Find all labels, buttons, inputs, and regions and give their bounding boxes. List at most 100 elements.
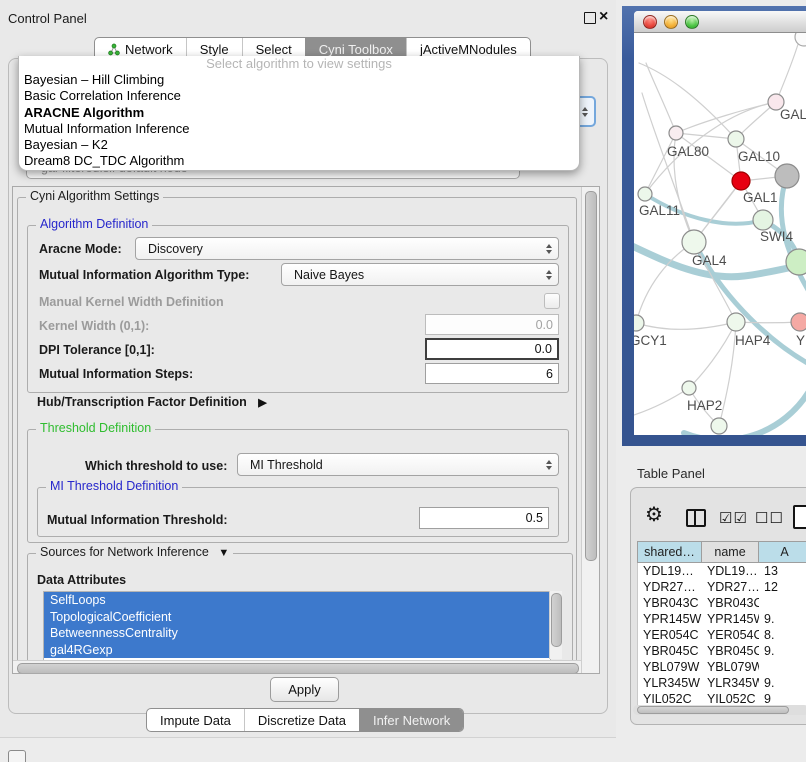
- settings-horizontal-scrollbar[interactable]: [13, 660, 581, 674]
- dpi-tolerance-field[interactable]: 0.0: [425, 338, 559, 360]
- bottom-tab-infer-network[interactable]: Infer Network: [359, 709, 463, 731]
- network-node[interactable]: [711, 418, 727, 434]
- table-horizontal-scrollbar[interactable]: [633, 705, 806, 715]
- table-cell: YDR27…: [702, 580, 759, 594]
- data-attribute-item[interactable]: BetweennessCentrality: [44, 625, 550, 642]
- table-cell: YER054C: [702, 628, 759, 642]
- mi-threshold-field[interactable]: 0.5: [419, 507, 549, 529]
- data-attribute-item[interactable]: gal4RGexp: [44, 642, 550, 659]
- manual-kernel-checkbox[interactable]: [544, 293, 560, 309]
- data-attributes-list[interactable]: SelfLoopsTopologicalCoefficientBetweenne…: [43, 591, 551, 661]
- algorithm-definition-legend: Algorithm Definition: [36, 217, 152, 231]
- network-node-gcy1[interactable]: [634, 315, 644, 331]
- table-cell: YBR045C: [702, 644, 759, 658]
- table-cell: 9: [759, 692, 806, 706]
- node-label: GAL1: [743, 190, 778, 205]
- table-row[interactable]: YER054CYER054C8.: [638, 627, 806, 643]
- apply-button[interactable]: Apply: [270, 677, 339, 702]
- attributes-scrollbar[interactable]: [549, 591, 562, 659]
- which-threshold-combo[interactable]: MI Threshold: [237, 453, 559, 476]
- settings-horizontal-scrollbar-thumb[interactable]: [17, 663, 579, 674]
- node-table: shared…nameA YDL19…YDL19…13YDR27…YDR27…1…: [637, 541, 806, 707]
- minimize-traffic-light-icon[interactable]: [664, 15, 678, 29]
- network-window-titlebar[interactable]: [634, 11, 806, 33]
- attributes-scrollbar-thumb[interactable]: [551, 593, 562, 647]
- algorithm-dropdown-items: Bayesian – Hill ClimbingBasic Correlatio…: [19, 72, 579, 170]
- collapsed-panel-icon[interactable]: [8, 750, 26, 762]
- mi-steps-field[interactable]: 6: [425, 363, 559, 384]
- network-node-gal1[interactable]: [732, 172, 750, 190]
- table-row[interactable]: YBR043CYBR043C: [638, 595, 806, 611]
- close-icon[interactable]: ×: [599, 8, 608, 26]
- float-window-icon[interactable]: [584, 12, 596, 24]
- table-cell: YLR345W: [638, 676, 702, 690]
- table-header-2[interactable]: name: [702, 542, 759, 562]
- close-traffic-light-icon[interactable]: [643, 15, 657, 29]
- bottom-tabbar: Impute DataDiscretize DataInfer Network: [146, 708, 464, 732]
- settings-vertical-scrollbar-thumb[interactable]: [585, 191, 597, 561]
- aracne-mode-combo[interactable]: Discovery: [135, 237, 559, 260]
- mi-type-combo[interactable]: Naive Bayes: [281, 263, 559, 286]
- algorithm-option[interactable]: Bayesian – K2: [19, 137, 579, 153]
- node-label: HAP4: [735, 333, 771, 348]
- data-attribute-item[interactable]: TopologicalCoefficient: [44, 609, 550, 626]
- algorithm-option[interactable]: ARACNE Algorithm: [19, 105, 579, 121]
- network-node[interactable]: [775, 164, 799, 188]
- algorithm-option[interactable]: Bayesian – Hill Climbing: [19, 72, 579, 88]
- deselect-all-columns-icon[interactable]: ☐☐: [755, 509, 784, 527]
- node-label: Y: [796, 333, 805, 348]
- combo-up-arrow-icon: [582, 107, 588, 111]
- table-header-3[interactable]: A: [759, 542, 806, 562]
- algorithm-option[interactable]: Dream8 DC_TDC Algorithm: [19, 153, 579, 169]
- network-node-hap4[interactable]: [727, 313, 745, 331]
- table-row[interactable]: YPR145WYPR145W9.: [638, 611, 806, 627]
- gear-icon[interactable]: ⚙: [645, 505, 663, 525]
- aracne-mode-label: Aracne Mode:: [39, 242, 122, 256]
- manual-kernel-label: Manual Kernel Width Definition: [39, 295, 224, 309]
- table-row[interactable]: YDR27…YDR27…12: [638, 579, 806, 595]
- node-label: HAP2: [687, 398, 722, 413]
- hub-definition-label: Hub/Transcription Factor Definition: [37, 395, 247, 409]
- zoom-traffic-light-icon[interactable]: [685, 15, 699, 29]
- network-node-y[interactable]: [791, 313, 806, 331]
- control-panel-title: Control Panel: [8, 11, 87, 26]
- table-cell: 9.: [759, 676, 806, 690]
- bottom-tab-impute-data[interactable]: Impute Data: [147, 709, 244, 731]
- network-edge: [736, 322, 800, 323]
- new-column-icon[interactable]: [793, 505, 806, 529]
- network-node[interactable]: [795, 33, 806, 46]
- collapse-down-icon[interactable]: ▼: [218, 547, 229, 559]
- node-label: SWI4: [760, 229, 793, 244]
- table-horizontal-scrollbar-thumb[interactable]: [637, 706, 789, 714]
- algorithm-option[interactable]: Mutual Information Inference: [19, 121, 579, 137]
- table-panel-title: Table Panel: [637, 466, 705, 481]
- algorithm-option[interactable]: Basic Correlation Inference: [19, 88, 579, 104]
- expand-right-icon[interactable]: ▶: [258, 397, 266, 409]
- split-columns-icon[interactable]: [686, 509, 706, 527]
- sources-legend[interactable]: Sources for Network Inference ▼: [36, 545, 233, 559]
- mi-threshold-label: Mutual Information Threshold:: [47, 513, 228, 527]
- which-threshold-value: MI Threshold: [238, 458, 540, 472]
- data-attribute-item[interactable]: SelfLoops: [44, 592, 550, 609]
- table-row[interactable]: YLR345WYLR345W9.: [638, 675, 806, 691]
- network-node-gal10[interactable]: [728, 131, 744, 147]
- select-all-columns-icon[interactable]: ☑☑: [719, 509, 748, 527]
- table-row[interactable]: YBL079WYBL079W: [638, 659, 806, 675]
- hub-definition-toggle[interactable]: Hub/Transcription Factor Definition ▶: [37, 395, 267, 409]
- table-header-1[interactable]: shared…: [638, 542, 702, 562]
- table-row[interactable]: YDL19…YDL19…13: [638, 563, 806, 579]
- network-edge: [645, 102, 776, 194]
- table-row[interactable]: YBR045CYBR045C9.: [638, 643, 806, 659]
- mi-type-value: Naive Bayes: [282, 268, 540, 282]
- bottom-tab-discretize-data[interactable]: Discretize Data: [244, 709, 359, 731]
- network-node-gal80[interactable]: [669, 126, 683, 140]
- settings-vertical-scrollbar[interactable]: [581, 187, 599, 673]
- table-cell: 8.: [759, 628, 806, 642]
- network-node-hap2[interactable]: [682, 381, 696, 395]
- kernel-width-field[interactable]: 0.0: [425, 314, 559, 335]
- network-node-swi4[interactable]: [753, 210, 773, 230]
- network-node-gal11[interactable]: [638, 187, 652, 201]
- network-canvas[interactable]: GALGAL80GAL10GAL1GAL11SWI4GAL4GCY1HAP4YH…: [634, 33, 806, 435]
- network-node-gal4[interactable]: [682, 230, 706, 254]
- network-node[interactable]: [786, 249, 806, 275]
